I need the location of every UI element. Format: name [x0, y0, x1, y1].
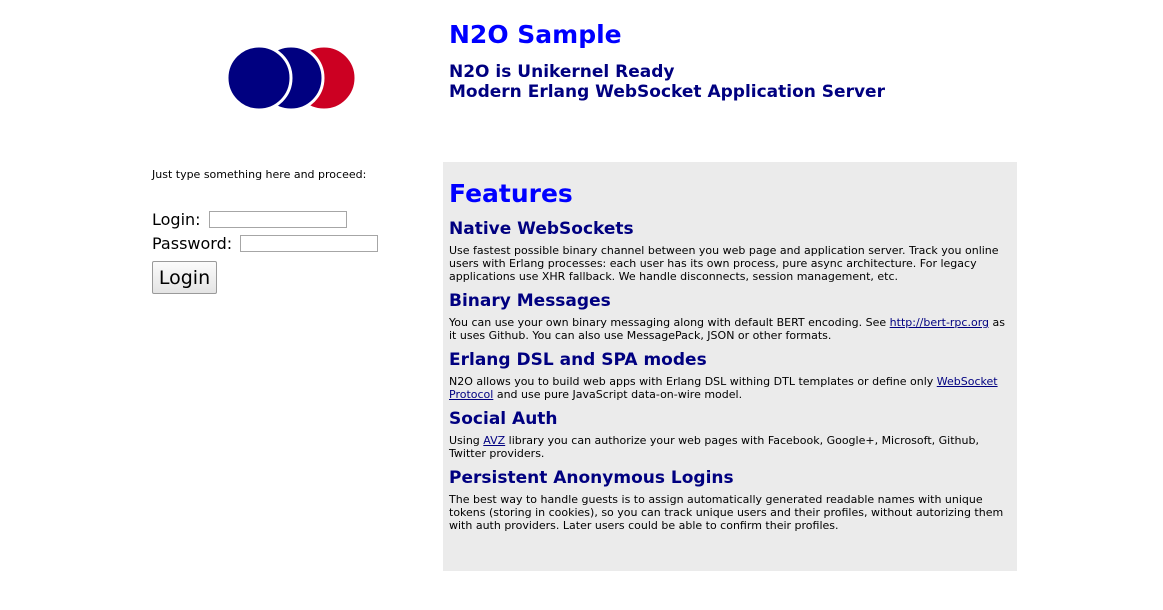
password-input[interactable] [240, 234, 379, 252]
features-title: Features [449, 179, 573, 208]
login-hint: Just type something here and proceed: [152, 168, 367, 181]
feature-binary-messages: Binary Messages You can use your own bin… [449, 291, 1005, 342]
login-button[interactable]: Login [152, 261, 217, 294]
page: N2O Sample N2O is Unikernel Ready Modern… [0, 0, 1163, 610]
feature-text-part: You can use your own binary messaging al… [449, 316, 890, 329]
feature-heading: Social Auth [449, 409, 558, 429]
password-row: Password: [152, 231, 412, 255]
features-panel: Features Native WebSockets Use fastest p… [443, 162, 1017, 571]
feature-text: The best way to handle guests is to assi… [449, 493, 1004, 532]
subtitle-line-2: Modern Erlang WebSocket Application Serv… [449, 82, 885, 102]
avz-link[interactable]: AVZ [483, 434, 505, 447]
feature-heading: Native WebSockets [449, 219, 634, 239]
feature-text: You can use your own binary messaging al… [449, 316, 1005, 342]
page-header: N2O Sample N2O is Unikernel Ready Modern… [449, 20, 885, 102]
n2o-logo-icon [226, 45, 358, 111]
feature-anonymous-logins: Persistent Anonymous Logins The best way… [449, 468, 1005, 532]
feature-text-part: library you can authorize your web pages… [449, 434, 979, 460]
logo-left-circle [226, 45, 293, 111]
login-label: Login: [152, 209, 201, 229]
login-input[interactable] [208, 210, 347, 228]
subtitle: N2O is Unikernel Ready Modern Erlang Web… [449, 62, 885, 102]
feature-text-part: Using [449, 434, 484, 447]
feature-heading: Binary Messages [449, 291, 611, 311]
subtitle-line-1: N2O is Unikernel Ready [449, 62, 675, 82]
feature-text-part: and use pure JavaScript data-on-wire mod… [493, 388, 743, 401]
login-row: Login: [152, 207, 412, 231]
feature-erlang-dsl: Erlang DSL and SPA modes N2O allows you … [449, 350, 1005, 401]
feature-social-auth: Social Auth Using AVZ library you can au… [449, 409, 1005, 460]
password-label: Password: [152, 233, 233, 253]
bert-rpc-link[interactable]: http://bert-rpc.org [890, 316, 989, 329]
feature-text: Use fastest possible binary channel betw… [449, 244, 999, 283]
feature-text: N2O allows you to build web apps with Er… [449, 375, 1005, 401]
feature-heading: Erlang DSL and SPA modes [449, 350, 707, 370]
feature-text: Using AVZ library you can authorize your… [449, 434, 1005, 460]
feature-native-websockets: Native WebSockets Use fastest possible b… [449, 219, 1005, 283]
feature-text-part: N2O allows you to build web apps with Er… [449, 375, 937, 388]
login-panel: Just type something here and proceed: Lo… [152, 168, 412, 294]
site-title: N2O Sample [449, 20, 622, 49]
feature-heading: Persistent Anonymous Logins [449, 468, 734, 488]
